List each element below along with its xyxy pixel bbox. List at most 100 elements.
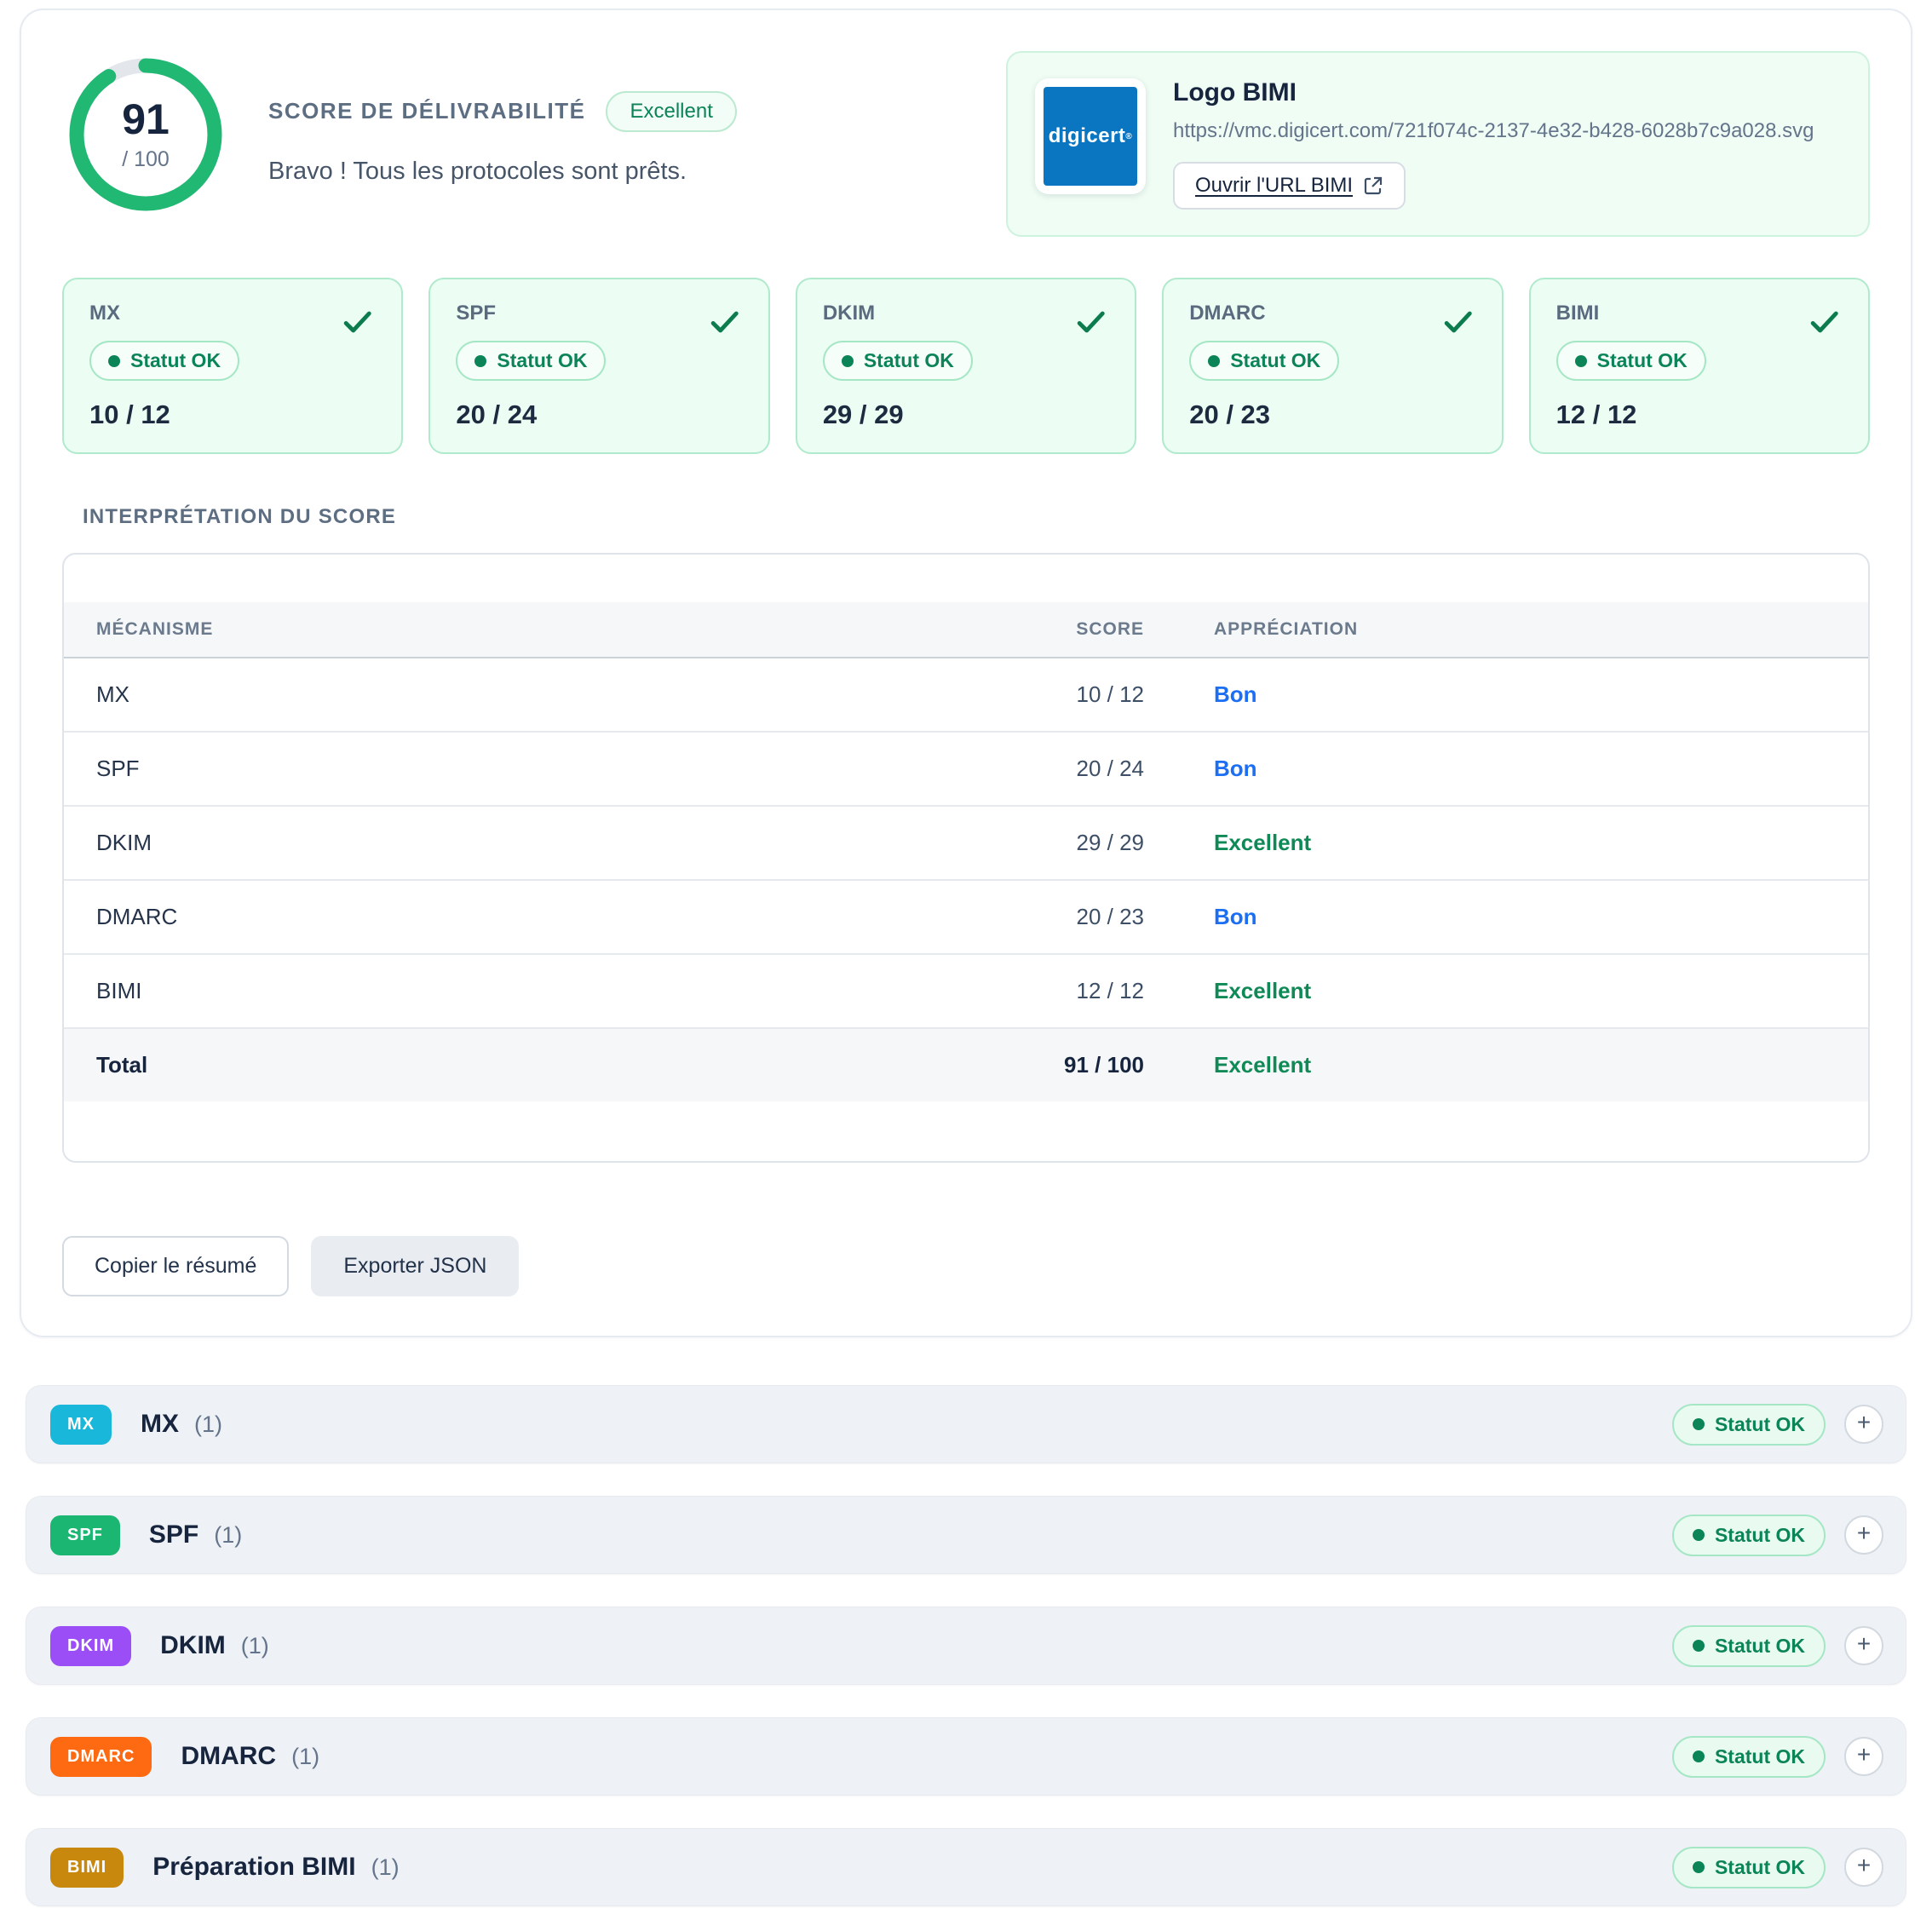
status-dot-icon (1693, 1529, 1705, 1541)
section-row-mx[interactable]: MX MX (1) Statut OK + (26, 1385, 1906, 1463)
mechanism-cell: BIMI (64, 978, 982, 1004)
status-badge: Statut OK (1672, 1515, 1826, 1556)
expand-section-button[interactable]: + (1844, 1515, 1883, 1555)
status-badge: Statut OK (1672, 1625, 1826, 1667)
table-row: BIMI 12 / 12 Excellent (64, 955, 1868, 1029)
table-row: MX 10 / 12 Bon (64, 658, 1868, 733)
interpretation-table: MÉCANISME SCORE APPRÉCIATION MX 10 / 12 … (62, 553, 1870, 1163)
status-card-score: 10 / 12 (89, 400, 376, 430)
expand-section-button[interactable]: + (1844, 1405, 1883, 1444)
status-card-name: DKIM (823, 302, 1109, 325)
appreciation-cell: Excellent (1144, 830, 1868, 856)
status-dot-icon (842, 355, 854, 367)
check-icon (340, 305, 374, 339)
appreciation-cell: Bon (1144, 904, 1868, 930)
expand-section-button[interactable]: + (1844, 1737, 1883, 1776)
expand-section-button[interactable]: + (1844, 1848, 1883, 1887)
status-card-name: MX (89, 302, 376, 325)
table-total-row: Total 91 / 100 Excellent (64, 1029, 1868, 1101)
column-header-score: SCORE (982, 619, 1144, 640)
status-badge: Statut OK (89, 341, 239, 381)
appreciation-cell: Bon (1144, 681, 1868, 708)
status-badge-label: Statut OK (1230, 349, 1320, 372)
status-card-name: DMARC (1189, 302, 1475, 325)
check-icon (1440, 305, 1475, 339)
status-dot-icon (1693, 1640, 1705, 1652)
status-dot-icon (1693, 1861, 1705, 1873)
section-title: Préparation BIMI (152, 1853, 355, 1882)
status-card-score: 20 / 24 (456, 400, 742, 430)
section-count: (1) (291, 1744, 319, 1770)
status-card-name: BIMI (1556, 302, 1843, 325)
status-badge-label: Statut OK (1715, 1524, 1805, 1547)
score-value: 91 (122, 98, 170, 141)
status-badge: Statut OK (1189, 341, 1339, 381)
card-header: 91 / 100 SCORE DE DÉLIVRABILITÉ Excellen… (62, 51, 1870, 237)
status-badge-label: Statut OK (497, 349, 587, 372)
appreciation-cell: Excellent (1144, 978, 1868, 1004)
copy-summary-button[interactable]: Copier le résumé (62, 1236, 289, 1296)
status-card-spf: SPF Statut OK 20 / 24 (428, 278, 769, 454)
mechanism-cell: MX (64, 681, 982, 708)
check-icon (1807, 305, 1841, 339)
section-badge: SPF (50, 1515, 120, 1555)
section-row-dmarc[interactable]: DMARC DMARC (1) Statut OK + (26, 1717, 1906, 1796)
status-badge-label: Statut OK (1715, 1413, 1805, 1436)
status-card-mx: MX Statut OK 10 / 12 (62, 278, 403, 454)
status-card-score: 20 / 23 (1189, 400, 1475, 430)
section-count: (1) (194, 1411, 222, 1438)
status-card-score: 12 / 12 (1556, 400, 1843, 430)
status-badge: Statut OK (823, 341, 973, 381)
status-badge: Statut OK (1556, 341, 1706, 381)
section-row-bimi[interactable]: BIMI Préparation BIMI (1) Statut OK + (26, 1828, 1906, 1906)
expand-section-button[interactable]: + (1844, 1626, 1883, 1665)
score-donut: 91 / 100 (62, 51, 229, 218)
score-cell: 29 / 29 (982, 830, 1144, 856)
total-appreciation: Excellent (1144, 1052, 1868, 1078)
section-badge: DKIM (50, 1626, 131, 1666)
mechanism-cell: SPF (64, 756, 982, 782)
export-json-button[interactable]: Exporter JSON (311, 1236, 519, 1296)
status-dot-icon (1693, 1750, 1705, 1762)
table-row: DKIM 29 / 29 Excellent (64, 807, 1868, 881)
status-dot-icon (474, 355, 486, 367)
status-badge-label: Statut OK (1715, 1635, 1805, 1658)
table-header-row: MÉCANISME SCORE APPRÉCIATION (64, 602, 1868, 658)
section-title: MX (141, 1410, 179, 1439)
total-label: Total (64, 1052, 982, 1078)
total-score: 91 / 100 (982, 1052, 1144, 1078)
status-card-name: SPF (456, 302, 742, 325)
open-bimi-url-button[interactable]: Ouvrir l'URL BIMI (1173, 162, 1406, 210)
section-count: (1) (214, 1522, 242, 1549)
status-dot-icon (108, 355, 120, 367)
status-card-dkim: DKIM Statut OK 29 / 29 (796, 278, 1136, 454)
score-message: Bravo ! Tous les protocoles sont prêts. (268, 158, 737, 186)
score-text-block: SCORE DE DÉLIVRABILITÉ Excellent Bravo !… (268, 84, 737, 186)
status-badge-label: Statut OK (1715, 1745, 1805, 1768)
section-row-spf[interactable]: SPF SPF (1) Statut OK + (26, 1496, 1906, 1574)
section-row-dkim[interactable]: DKIM DKIM (1) Statut OK + (26, 1607, 1906, 1685)
digicert-logo: digicert® (1044, 87, 1137, 186)
score-rating-badge: Excellent (606, 91, 736, 132)
bimi-logo-container: digicert® (1035, 78, 1146, 194)
table-row: DMARC 20 / 23 Bon (64, 881, 1868, 955)
score-cell: 20 / 23 (982, 904, 1144, 930)
score-cell: 20 / 24 (982, 756, 1144, 782)
section-title: SPF (149, 1520, 198, 1549)
section-badge: DMARC (50, 1737, 152, 1777)
section-badge: MX (50, 1405, 112, 1445)
status-dot-icon (1693, 1418, 1705, 1430)
status-dot-icon (1208, 355, 1220, 367)
status-badge: Statut OK (1672, 1847, 1826, 1888)
external-link-icon (1363, 175, 1383, 196)
score-max: / 100 (122, 147, 170, 172)
table-row: SPF 20 / 24 Bon (64, 733, 1868, 807)
appreciation-cell: Bon (1144, 756, 1868, 782)
column-header-appreciation: APPRÉCIATION (1144, 619, 1868, 640)
status-badge-label: Statut OK (130, 349, 221, 372)
section-title: DMARC (181, 1742, 276, 1771)
interpretation-heading: INTERPRÉTATION DU SCORE (83, 505, 1870, 529)
status-card-dmarc: DMARC Statut OK 20 / 23 (1162, 278, 1503, 454)
deliverability-summary-card: 91 / 100 SCORE DE DÉLIVRABILITÉ Excellen… (20, 9, 1912, 1337)
bimi-panel-title: Logo BIMI (1173, 78, 1814, 107)
